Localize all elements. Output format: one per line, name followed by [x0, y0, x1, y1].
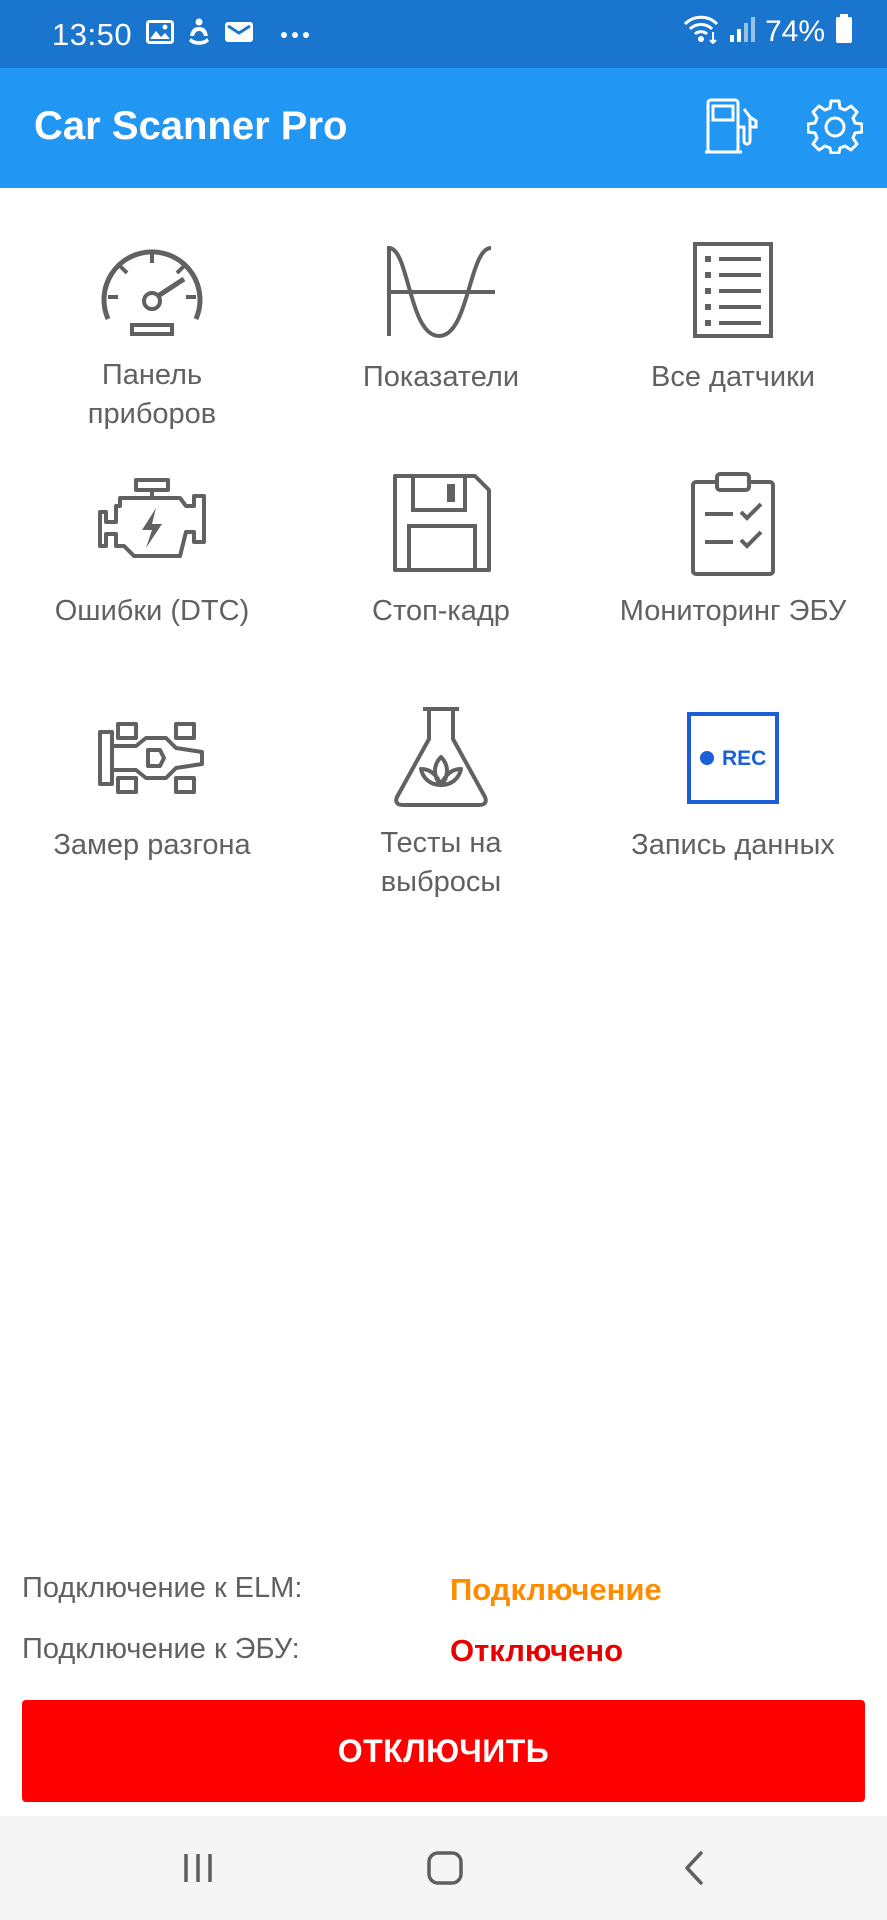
navigation-bar: [0, 1816, 887, 1920]
elm-connection-label: Подключение к ELM:: [22, 1572, 303, 1604]
floppy-disk-icon: [376, 468, 506, 580]
fuel-button[interactable]: [700, 96, 764, 160]
recent-apps-icon: [181, 1852, 215, 1889]
tile-emission-tests[interactable]: Тесты на выбросы: [296, 702, 586, 902]
home-button[interactable]: [415, 1842, 475, 1898]
settings-button[interactable]: [803, 96, 867, 160]
race-car-icon: [87, 702, 217, 814]
rec-icon-text: REC: [722, 747, 766, 770]
elm-connection-status: Подключение: [450, 1572, 662, 1607]
mail-icon: [224, 20, 254, 49]
tile-label: Мониторинг ЭБУ: [619, 595, 847, 627]
ecu-connection-status: Отключено: [450, 1633, 624, 1668]
dashboard-gauge-icon: [87, 234, 217, 344]
tile-indicators[interactable]: Показатели: [296, 234, 586, 434]
tile-dtc-errors[interactable]: Ошибки (DTC): [7, 468, 297, 668]
tile-label: Панель приборов: [87, 359, 217, 430]
engine-check-icon: [87, 468, 217, 580]
signal-icon: [729, 15, 755, 48]
rec-icon: REC: [668, 702, 798, 814]
back-icon: [681, 1850, 707, 1891]
tile-acceleration-test[interactable]: Замер разгона: [7, 702, 297, 902]
tile-label: Показатели: [362, 361, 520, 393]
sine-wave-icon: [376, 234, 506, 346]
list-document-icon: [668, 234, 798, 346]
status-system-icons: 74%: [683, 14, 853, 49]
tile-ecu-monitoring[interactable]: Мониторинг ЭБУ: [588, 468, 878, 668]
tile-label: Запись данных: [631, 829, 835, 861]
screen: 13:50 74% Car Scanner Pro Панель приборо…: [0, 0, 887, 1920]
app-bar: Car Scanner Pro: [0, 68, 887, 188]
tile-all-sensors[interactable]: Все датчики: [588, 234, 878, 434]
status-notification-icons: [146, 18, 310, 51]
app-title: Car Scanner Pro: [34, 104, 348, 148]
status-time: 13:50: [52, 17, 133, 52]
tile-data-recording[interactable]: REC Запись данных: [588, 702, 878, 902]
tile-label: Все датчики: [651, 361, 815, 393]
status-bar: 13:50 74%: [0, 0, 887, 68]
tile-dashboard[interactable]: Панель приборов: [7, 234, 297, 434]
clipboard-checklist-icon: [668, 468, 798, 580]
back-button[interactable]: [664, 1842, 724, 1898]
battery-percent: 74%: [764, 14, 825, 48]
emissions-flask-icon: [376, 702, 506, 812]
tile-label: Тесты на выбросы: [380, 827, 502, 898]
more-dots-icon: [280, 26, 310, 44]
home-icon: [426, 1850, 464, 1891]
battery-icon: [835, 14, 853, 49]
accessibility-icon: [186, 18, 212, 51]
wifi-icon: [683, 14, 719, 49]
tile-label: Замер разгона: [53, 829, 251, 861]
disconnect-button[interactable]: ОТКЛЮЧИТЬ: [22, 1700, 865, 1802]
image-icon: [146, 20, 174, 49]
fuel-pump-icon: [704, 97, 760, 160]
tile-freeze-frame[interactable]: Стоп-кадр: [296, 468, 586, 668]
tile-label: Ошибки (DTC): [54, 595, 250, 627]
recent-apps-button[interactable]: [168, 1842, 228, 1898]
ecu-connection-label: Подключение к ЭБУ:: [22, 1633, 300, 1665]
tile-label: Стоп-кадр: [372, 595, 510, 627]
settings-gear-icon: [806, 98, 864, 159]
